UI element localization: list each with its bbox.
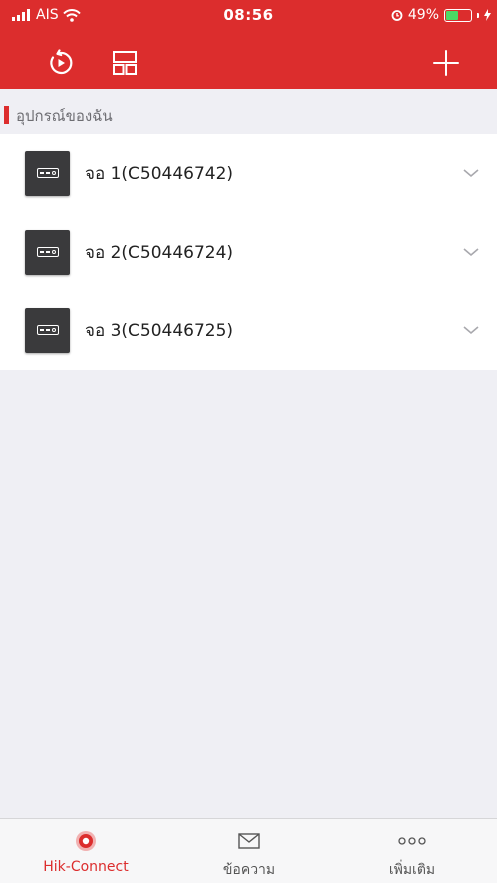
- playback-icon: [50, 49, 73, 75]
- playback-button[interactable]: [44, 46, 78, 80]
- device-name: จอ 2(C50446724): [85, 242, 234, 263]
- chevron-down-icon[interactable]: [462, 325, 480, 335]
- battery-percent: 49%: [407, 7, 439, 23]
- status-right: 49%: [391, 7, 491, 23]
- chevron-down-icon[interactable]: [462, 168, 480, 178]
- status-bar: AIS 08:56 49%: [0, 0, 497, 30]
- hik-connect-icon: [16, 829, 156, 853]
- device-name: จอ 1(C50446742): [85, 163, 234, 184]
- alarm-icon: [391, 10, 403, 21]
- tab-label: Hik-Connect: [43, 859, 129, 875]
- add-icon: [433, 50, 459, 76]
- layout-icon: [113, 51, 137, 75]
- more-icon: [342, 829, 482, 853]
- dvr-icon: [25, 229, 70, 275]
- battery-fill: [446, 10, 458, 20]
- dvr-icon: [25, 150, 70, 196]
- device-row[interactable]: จอ 1(C50446742): [0, 134, 497, 212]
- device-list: จอ 1(C50446742) จอ 2(C50446724) จอ 3(C50…: [0, 134, 497, 370]
- device-row[interactable]: จอ 2(C50446724): [0, 213, 497, 291]
- device-row[interactable]: จอ 3(C50446725): [0, 291, 497, 369]
- device-name: จอ 3(C50446725): [85, 320, 234, 341]
- bottom-tab-bar: Hik-Connect ข้อความ เพิ่มเติม: [0, 818, 497, 883]
- tab-messages[interactable]: ข้อความ: [179, 819, 319, 883]
- add-device-button[interactable]: [428, 45, 464, 81]
- section-marker: [4, 106, 9, 124]
- charging-icon: [484, 9, 491, 21]
- battery-icon: [444, 8, 472, 22]
- tab-label: ข้อความ: [222, 862, 276, 878]
- chevron-down-icon[interactable]: [462, 247, 480, 257]
- layout-button[interactable]: [108, 47, 142, 79]
- section-title: อุปกรณ์ของฉัน: [16, 107, 113, 125]
- tab-label: เพิ่มเติม: [388, 862, 436, 878]
- message-icon: [179, 829, 319, 853]
- tab-more[interactable]: เพิ่มเติม: [342, 819, 482, 883]
- tab-hik-connect[interactable]: Hik-Connect: [16, 819, 156, 883]
- battery-cap: [477, 12, 479, 18]
- dvr-icon: [25, 307, 70, 353]
- app-header: AIS 08:56 49%: [0, 0, 497, 89]
